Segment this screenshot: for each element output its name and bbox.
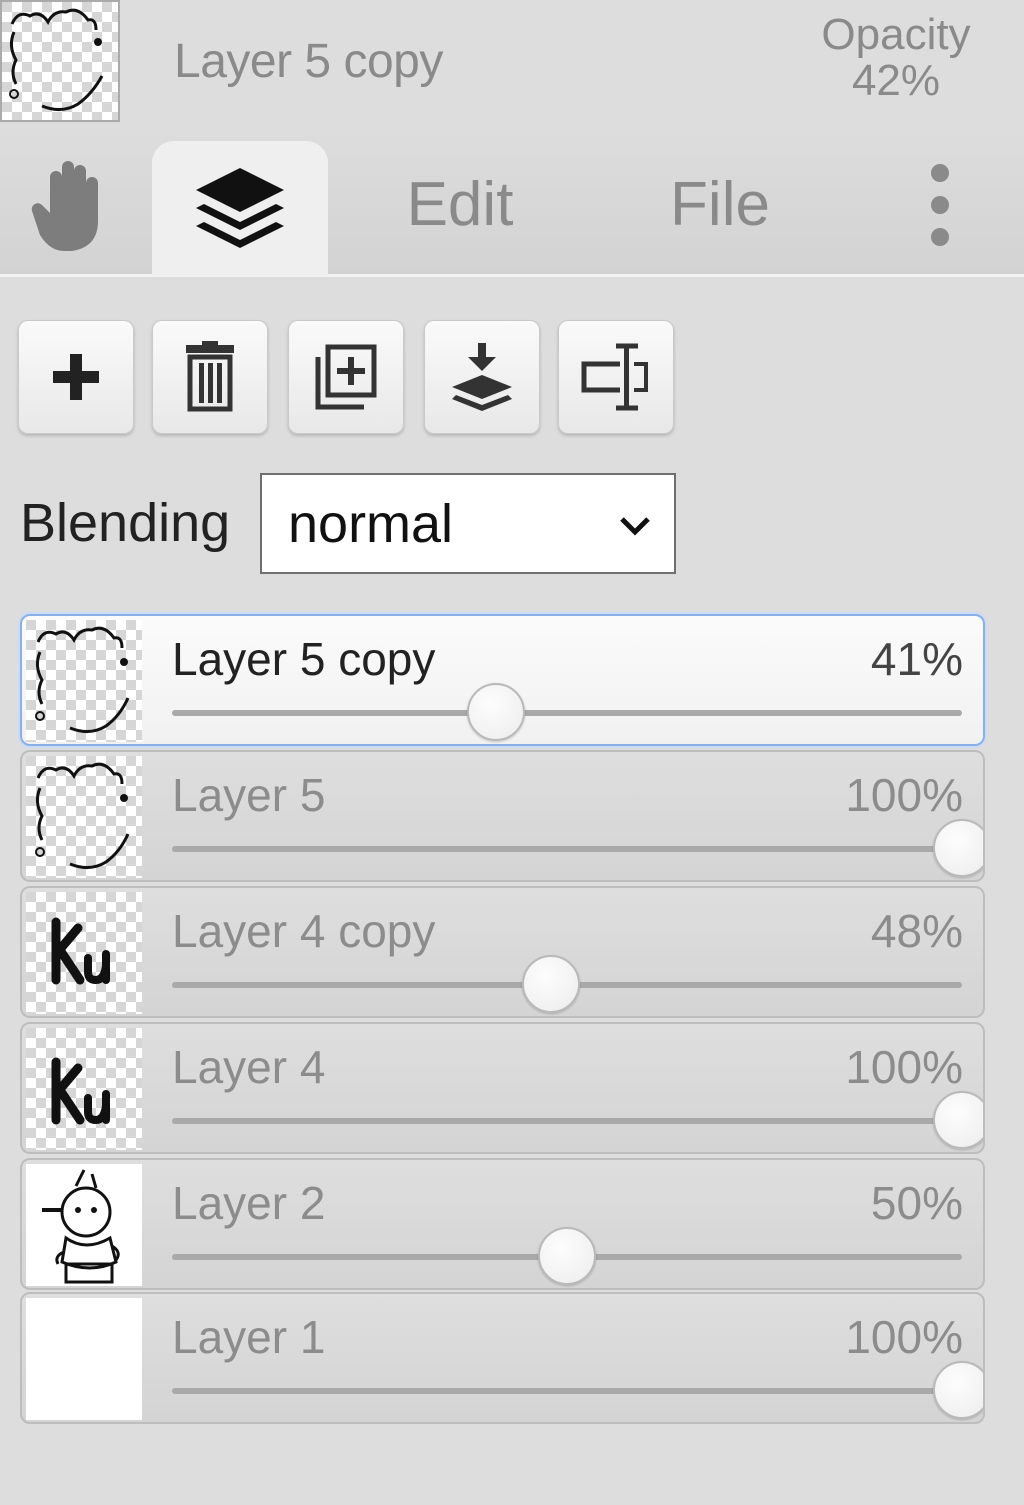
- rename-icon: [581, 343, 648, 411]
- more-vertical-icon: [931, 163, 949, 246]
- layer-thumbnail: [26, 1298, 142, 1420]
- tab-file[interactable]: File: [620, 135, 820, 274]
- trash-icon: [186, 341, 234, 412]
- layer-name: Layer 5 copy: [172, 633, 436, 685]
- layer-row[interactable]: Layer 4 100%: [20, 1022, 985, 1154]
- current-layer-opacity: Opacity 42%: [806, 12, 986, 104]
- layer-row[interactable]: Layer 1 100%: [20, 1292, 985, 1424]
- layer-thumbnail: [26, 1164, 142, 1286]
- tab-bar: Edit File: [0, 135, 1024, 277]
- duplicate-icon: [315, 344, 377, 410]
- opacity-slider-knob[interactable]: [933, 1091, 983, 1149]
- opacity-slider-track[interactable]: [172, 846, 962, 852]
- layer-row[interactable]: Layer 2 50%: [20, 1158, 985, 1290]
- opacity-slider-knob[interactable]: [522, 955, 581, 1013]
- layer-name: Layer 1: [172, 1311, 326, 1363]
- layer-opacity-value: 50%: [870, 1177, 963, 1229]
- opacity-slider-track[interactable]: [172, 1388, 962, 1394]
- header-layer-thumbnail: [0, 0, 120, 122]
- layer-name: Layer 4 copy: [172, 905, 436, 957]
- tab-layers[interactable]: [152, 141, 328, 277]
- layer-opacity-value: 100%: [845, 1041, 963, 1093]
- opacity-label: Opacity: [821, 10, 971, 59]
- plus-icon: [53, 354, 99, 400]
- layer-thumbnail: [26, 620, 142, 742]
- layer-row[interactable]: Layer 5 100%: [20, 750, 985, 882]
- header: Layer 5 copy Opacity 42%: [0, 0, 1024, 135]
- layer-thumbnail: [26, 756, 142, 878]
- tab-edit[interactable]: Edit: [360, 135, 560, 274]
- layers-icon: [196, 168, 284, 248]
- blending-label: Blending: [20, 493, 231, 553]
- opacity-slider-track[interactable]: [172, 1118, 962, 1124]
- chevron-down-icon: [620, 517, 650, 536]
- tab-hand[interactable]: [0, 135, 140, 274]
- rename-layer-button[interactable]: [558, 320, 674, 434]
- tab-more[interactable]: [900, 135, 980, 274]
- delete-layer-button[interactable]: [152, 320, 268, 434]
- opacity-slider-knob[interactable]: [466, 683, 525, 741]
- add-layer-button[interactable]: [18, 320, 134, 434]
- blending-value: normal: [288, 493, 454, 554]
- merge-down-icon: [452, 343, 512, 411]
- opacity-slider-knob[interactable]: [538, 1227, 596, 1285]
- layer-row[interactable]: Layer 4 copy 48%: [20, 886, 985, 1018]
- layer-name: Layer 2: [172, 1177, 326, 1229]
- current-layer-title: Layer 5 copy: [174, 35, 443, 88]
- layer-opacity-value: 41%: [870, 633, 963, 685]
- layer-name: Layer 4: [172, 1041, 326, 1093]
- layer-opacity-value: 100%: [845, 769, 963, 821]
- opacity-slider-knob[interactable]: [933, 1361, 983, 1419]
- opacity-slider-track[interactable]: [172, 710, 962, 716]
- layer-row[interactable]: Layer 5 copy 41%: [20, 614, 985, 746]
- duplicate-layer-button[interactable]: [288, 320, 404, 434]
- merge-down-button[interactable]: [424, 320, 540, 434]
- layer-thumbnail: [26, 1028, 142, 1150]
- blending-select[interactable]: normal: [260, 473, 676, 574]
- layer-opacity-value: 48%: [870, 905, 963, 957]
- hand-icon: [31, 160, 98, 251]
- layer-name: Layer 5: [172, 769, 326, 821]
- opacity-slider-knob[interactable]: [933, 819, 983, 877]
- layer-opacity-value: 100%: [845, 1311, 963, 1363]
- opacity-value: 42%: [851, 56, 941, 105]
- layer-thumbnail: [26, 892, 142, 1014]
